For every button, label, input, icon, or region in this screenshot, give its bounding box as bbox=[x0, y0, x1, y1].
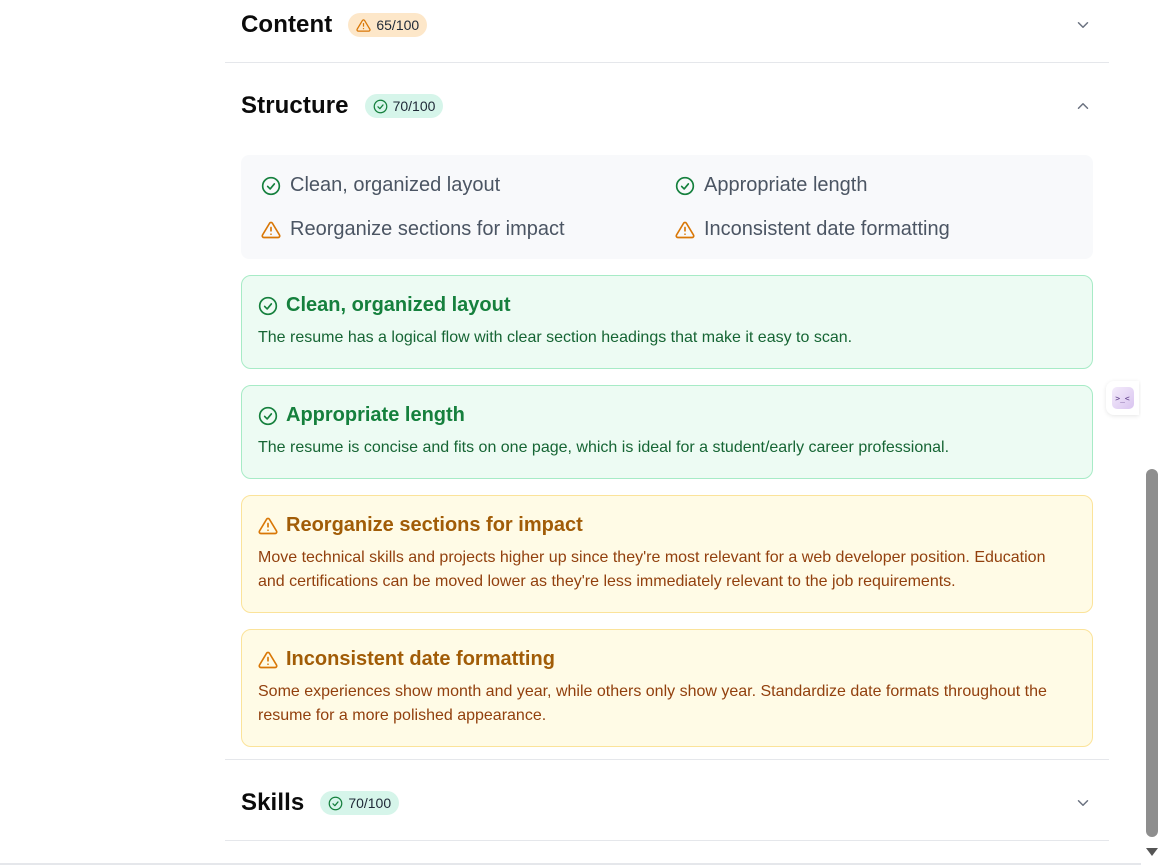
feedback-card-title: Appropriate length bbox=[258, 404, 1076, 427]
warning-triangle-icon bbox=[675, 221, 695, 238]
section-header-structure[interactable]: Structure 70/100 bbox=[241, 92, 1093, 120]
scroll-down-arrow-icon[interactable] bbox=[1146, 848, 1158, 856]
section-header-content[interactable]: Content 65/100 bbox=[241, 11, 1093, 39]
feedback-card-body: The resume has a logical flow with clear… bbox=[258, 329, 853, 346]
chevron-down-icon[interactable] bbox=[1073, 793, 1093, 813]
section-divider bbox=[225, 840, 1109, 841]
chevron-up-icon[interactable] bbox=[1073, 96, 1093, 116]
summary-item-label: Clean, organized layout bbox=[290, 174, 501, 196]
warning-triangle-icon bbox=[261, 221, 281, 238]
summary-item: Appropriate length bbox=[675, 174, 867, 197]
chevron-down-icon[interactable] bbox=[1073, 15, 1093, 35]
summary-item-label: Reorganize sections for impact bbox=[290, 218, 565, 240]
score-badge-structure: 70/100 bbox=[364, 94, 444, 118]
feedback-card-warning: Inconsistent date formatting Some experi… bbox=[241, 629, 1093, 747]
feedback-card-title-text: Clean, organized layout bbox=[286, 294, 511, 316]
summary-item: Reorganize sections for impact bbox=[261, 218, 565, 241]
feedback-card-warning: Reorganize sections for impact Move tech… bbox=[241, 495, 1093, 613]
feedback-card-body: The resume is concise and fits on one pa… bbox=[258, 439, 950, 456]
feedback-card-title-text: Inconsistent date formatting bbox=[286, 648, 555, 670]
structure-summary: Clean, organized layout Appropriate leng… bbox=[241, 155, 1093, 259]
resume-feedback-page: Content 65/100 Structure 70/100 Clean, o… bbox=[0, 0, 1141, 865]
feedback-card-title-text: Reorganize sections for impact bbox=[286, 514, 583, 536]
check-circle-icon bbox=[328, 796, 343, 810]
warning-triangle-icon bbox=[356, 18, 372, 32]
section-header-skills[interactable]: Skills 70/100 bbox=[241, 789, 1093, 817]
score-value-structure: 70/100 bbox=[392, 98, 436, 114]
check-circle-icon bbox=[675, 176, 695, 195]
section-divider bbox=[225, 759, 1109, 760]
assistant-widget-button[interactable]: >_< bbox=[1106, 381, 1139, 415]
section-title-content: Content bbox=[241, 11, 333, 38]
summary-item: Clean, organized layout bbox=[261, 174, 500, 197]
section-title-structure: Structure bbox=[241, 92, 349, 119]
score-value-skills: 70/100 bbox=[348, 795, 392, 811]
section-divider bbox=[225, 62, 1109, 63]
warning-triangle-icon bbox=[258, 517, 278, 534]
section-title-skills: Skills bbox=[241, 789, 305, 816]
vertical-scrollbar[interactable] bbox=[1141, 0, 1163, 865]
summary-item: Inconsistent date formatting bbox=[675, 218, 950, 241]
scrollbar-thumb[interactable] bbox=[1146, 469, 1158, 837]
score-badge-content: 65/100 bbox=[348, 13, 428, 37]
feedback-card-title: Reorganize sections for impact bbox=[258, 514, 1076, 537]
assistant-face-icon: >_< bbox=[1111, 387, 1134, 409]
feedback-card-title: Clean, organized layout bbox=[258, 294, 1076, 317]
feedback-card-title: Inconsistent date formatting bbox=[258, 648, 1076, 671]
feedback-card-body: Move technical skills and projects highe… bbox=[258, 549, 1046, 590]
feedback-card-title-text: Appropriate length bbox=[286, 404, 465, 426]
check-circle-icon bbox=[373, 99, 387, 113]
check-circle-icon bbox=[258, 406, 278, 425]
warning-triangle-icon bbox=[258, 651, 278, 668]
score-value-content: 65/100 bbox=[376, 17, 420, 33]
feedback-card-good: Clean, organized layout The resume has a… bbox=[241, 275, 1093, 369]
summary-item-label: Inconsistent date formatting bbox=[704, 218, 950, 240]
feedback-card-good: Appropriate length The resume is concise… bbox=[241, 385, 1093, 479]
feedback-card-body: Some experiences show month and year, wh… bbox=[258, 683, 1047, 724]
summary-item-label: Appropriate length bbox=[704, 174, 868, 196]
score-badge-skills: 70/100 bbox=[320, 791, 400, 815]
check-circle-icon bbox=[261, 176, 281, 195]
check-circle-icon bbox=[258, 296, 278, 315]
